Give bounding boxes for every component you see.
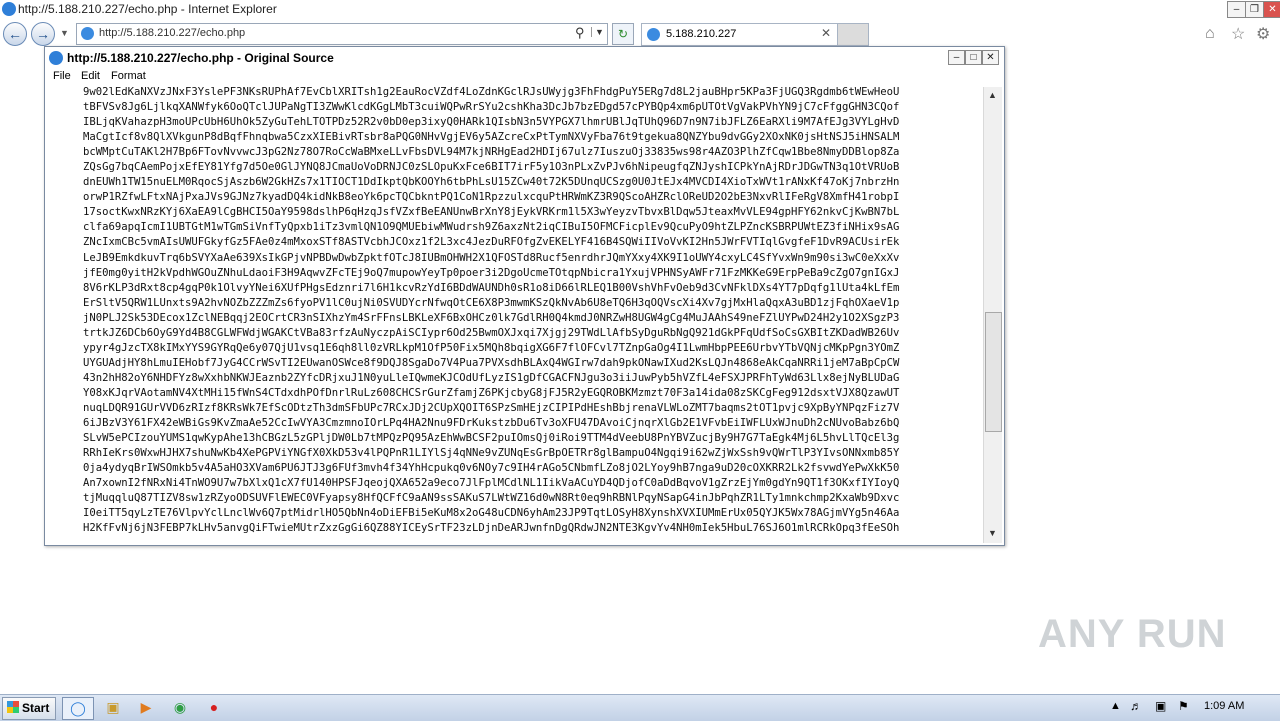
source-line: clfa69apqIcmI1UBTGtM1wTGmSiVnfTyQpxb1iTz… (83, 221, 900, 234)
ie-logo-icon (2, 2, 16, 16)
search-icon[interactable]: ⚲ (575, 25, 585, 41)
source-menubar: File Edit Format (45, 69, 1004, 87)
taskbar-media-icon[interactable]: ▶ (131, 697, 161, 718)
source-line: 43n2hH82oY6NHDFYz8wXxhbNKWJEaznb2ZYfcDRj… (83, 371, 900, 384)
source-line: nuqLDQR91GUrVVD6zRIzf8KRsWk7EfScODtzTh3d… (83, 401, 900, 414)
tray-speaker-icon[interactable]: ♬ (1130, 699, 1142, 713)
menu-format[interactable]: Format (111, 70, 146, 82)
history-dropdown-icon[interactable]: ▼ (60, 28, 69, 38)
source-line: 17soctKwxNRzKYj6XaEA9lCgBHCI5OaY9598dslh… (83, 206, 900, 219)
source-line: dnEUWh1TW15nuELM0RqocSjAszb6W2GkHZs7x1TI… (83, 176, 900, 189)
restore-button[interactable]: ❐ (1245, 1, 1264, 18)
close-button[interactable]: ✕ (1263, 1, 1280, 18)
scroll-up-icon[interactable]: ▲ (985, 88, 1000, 103)
browser-title: http://5.188.210.227/echo.php - Internet… (18, 2, 277, 16)
taskbar-ie-icon[interactable]: ◯ (62, 697, 94, 720)
tab-ie-icon (647, 28, 660, 41)
scroll-down-icon[interactable]: ▼ (985, 526, 1000, 541)
source-line: 0ja4ydyqBrIWSOmkb5v4A5aHO3XVam6PU6JTJ3g6… (83, 462, 900, 475)
start-button[interactable]: Start (2, 697, 56, 720)
address-bar[interactable]: http://5.188.210.227/echo.php ⚲ ▼ (76, 23, 608, 45)
taskbar-opera-icon[interactable]: ● (199, 697, 229, 718)
source-line: LeJB9EmkdkuvTrq6bSVYXaAe639XsIkGPjvNPBDw… (83, 251, 900, 264)
tools-gear-icon[interactable]: ⚙ (1256, 24, 1270, 44)
source-line: tjMuqqluQ87TIZV8sw1zRZyoODSUVFlEWEC0VFya… (83, 492, 900, 505)
favorites-star-icon[interactable]: ☆ (1231, 24, 1245, 44)
source-line: 8V6rKLP3dRxt8cp4gqP0k1OlvyYNei6XUfPHgsEd… (83, 281, 900, 294)
source-line: jfE0mg0yitH2kVpdhWGOuZNhuLdaoiF3H9AqwvZF… (83, 266, 900, 279)
source-vertical-scrollbar[interactable]: ▲ ▼ (983, 87, 1002, 543)
scroll-thumb[interactable] (985, 312, 1002, 432)
source-line: orwP1RZfwLFtxNAjPxaJVs9GJNz7kyadDQ4kidNk… (83, 191, 900, 204)
address-input[interactable]: http://5.188.210.227/echo.php (99, 27, 245, 39)
tab-echo[interactable]: 5.188.210.227 ✕ (641, 23, 838, 46)
source-line: SLvW5ePCIzouYUMS1qwKypAhe13hCBGzL5zGPljD… (83, 432, 900, 445)
source-window: http://5.188.210.227/echo.php - Original… (44, 46, 1005, 546)
source-line: trtkJZ6DCb6OyG9Yd4B8CGLWFWdjWGAKCtVBa83r… (83, 326, 900, 339)
windows-logo-icon (7, 701, 19, 713)
source-ie-icon (49, 51, 63, 65)
source-line: bcWMptCuTAKl2H7Bp6FTovNvvwcJ3pG2Nz78O7Ro… (83, 146, 900, 159)
address-dropdown-icon[interactable]: ▼ (591, 27, 604, 37)
taskbar-chrome-icon[interactable]: ◉ (165, 697, 195, 718)
source-line: RRhIeKrs0WxwHJHX7shuNwKb4XePGPViYNGfX0Xk… (83, 447, 900, 460)
source-maximize-button[interactable]: □ (965, 50, 982, 65)
anyrun-watermark: ANY RUN (1038, 612, 1227, 656)
start-label: Start (22, 701, 50, 715)
source-line: 9w02lEdKaNXVzJNxF3YslePF3NKsRUPhAf7EvCbl… (83, 87, 900, 98)
source-line: I0eiTT5qyLzTE76VlpvYclLnclWv6Q7ptMidrlHO… (83, 507, 900, 520)
source-line: ErSltV5QRW1LUnxts9A2hvNOZbZZZmZs6fyoPV1l… (83, 296, 900, 309)
page-ie-icon (81, 27, 94, 40)
tray-network-icon[interactable]: ▣ (1155, 699, 1166, 713)
back-button[interactable]: ← (3, 22, 27, 46)
source-line: jN0PLJ2Sk53DEcox1ZclNEBqqj2EOCrtCR3nSIXh… (83, 311, 900, 324)
source-line: Y08xKJqrVAotamNV4XtMHi15fWnS4CTdxdhPOfDn… (83, 386, 900, 399)
menu-file[interactable]: File (53, 70, 71, 82)
source-content[interactable]: 9w02lEdKaNXVzJNxF3YslePF3NKsRUPhAf7EvCbl… (45, 87, 1004, 545)
browser-titlebar: http://5.188.210.227/echo.php - Internet… (0, 0, 1280, 20)
minimize-button[interactable]: – (1227, 1, 1246, 18)
source-line: ZQsGg7bqCAemPojxEfEY81Yfg7d5Oe0GlJYNQ8JC… (83, 161, 900, 174)
source-line: H2KfFvNj6jN3FEBP7kLHv5anvgQiFTwieMUtrZxz… (83, 522, 900, 535)
source-line: An7xownI2fNRxNi4TnWO9U7w7bXlxQ1cX7fU140H… (83, 477, 900, 490)
taskbar: Start ◯ ▣ ▶ ◉ ● ▲ ♬ ▣ ⚑ 1:09 AM (0, 694, 1280, 721)
source-titlebar: http://5.188.210.227/echo.php - Original… (45, 47, 1004, 69)
taskbar-explorer-icon[interactable]: ▣ (98, 697, 128, 718)
source-line: IBLjqKVahazpH3moUPcUbH6UhOk5ZyGuTehLTOTP… (83, 116, 900, 129)
refresh-button[interactable]: ↻ (612, 23, 634, 45)
source-line: MaCgtIcf8v8QlXVkgunP8dBqfFhnqbwa5CzxXIEB… (83, 131, 900, 144)
home-icon[interactable]: ⌂ (1205, 25, 1215, 43)
forward-button[interactable]: → (31, 22, 55, 46)
new-tab-button[interactable] (837, 23, 869, 46)
menu-edit[interactable]: Edit (81, 70, 100, 82)
taskbar-clock: 1:09 AM (1204, 700, 1245, 712)
source-close-button[interactable]: ✕ (982, 50, 999, 65)
source-line: ypyr4gJzcTX8kIMxYYS9GYRqQe6y07QjU1vsq1E6… (83, 341, 900, 354)
browser-navbar: ← → ▼ http://5.188.210.227/echo.php ⚲ ▼ … (0, 20, 1280, 48)
source-minimize-button[interactable]: – (948, 50, 965, 65)
source-text[interactable]: 9w02lEdKaNXVzJNxF3YslePF3NKsRUPhAf7EvCbl… (83, 87, 981, 536)
source-line: UYGUAdjHY8hLmuIEHobf7JyG4CCrWSvTI2EUwanO… (83, 356, 900, 369)
tray-flag-icon[interactable]: ⚑ (1178, 699, 1189, 713)
tab-label: 5.188.210.227 (666, 28, 737, 40)
source-title: http://5.188.210.227/echo.php - Original… (67, 51, 334, 65)
tray-expand-icon[interactable]: ▲ (1110, 700, 1121, 712)
tab-close-icon[interactable]: ✕ (821, 26, 831, 40)
source-line: 6iJBzV3Y61FX42eWBiGs9KvZmaAe52CcIwVYA3Cm… (83, 417, 900, 430)
source-line: tBFVSv8Jg6LjlkqXANWfyk6OoQTclJUPaNgTI3ZW… (83, 101, 900, 114)
source-line: ZNcIxmCBc5vmAIsUWUFGkyfGz5FAe0z4mMxoxSTf… (83, 236, 900, 249)
